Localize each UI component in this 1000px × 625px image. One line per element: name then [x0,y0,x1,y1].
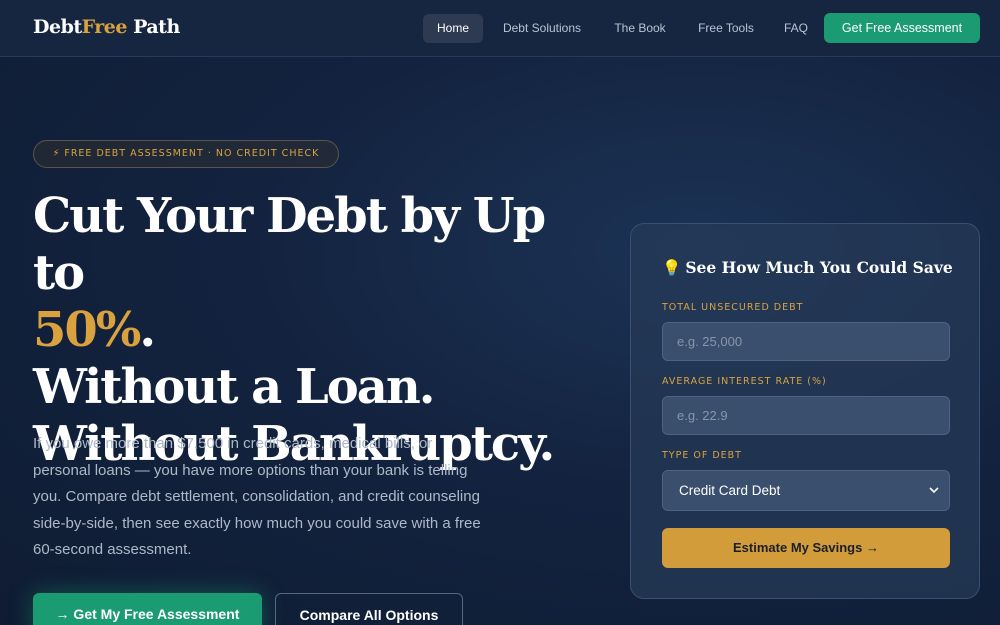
free-assessment-badge: ⚡ FREE DEBT ASSESSMENT · NO CREDIT CHECK [33,140,339,168]
calculator-title-text: See How Much You Could Save [685,258,953,277]
total-debt-input[interactable] [662,322,950,361]
headline-line-2: 50%. [33,302,593,359]
brand-part-3: Path [126,16,180,38]
hero-description: If you owe more than $7,500 in credit ca… [33,435,481,558]
get-free-assessment-button[interactable]: Get Free Assessment [824,13,980,43]
brand-part-1: Debt [33,16,82,38]
total-debt-label: TOTAL UNSECURED DEBT [662,302,804,313]
get-my-free-assessment-button[interactable]: → Get My Free Assessment [33,593,262,625]
debt-type-selected-value: Credit Card Debt [679,483,781,498]
nav-link-faq[interactable]: FAQ [776,14,816,43]
compare-all-options-button[interactable]: Compare All Options [275,593,463,625]
debt-type-label: TYPE OF DEBT [662,450,742,461]
headline-line-1: Cut Your Debt by Up to [33,188,546,301]
calculator-title: 💡 See How Much You Could Save [662,258,953,277]
interest-rate-input[interactable] [662,396,950,435]
headline-line-3: Without a Loan. [33,359,435,415]
nav-link-debt-solutions[interactable]: Debt Solutions [490,14,594,43]
nav-link-free-tools[interactable]: Free Tools [688,14,764,43]
brand-logo[interactable]: DebtFree Path [33,16,180,38]
lightbulb-icon: 💡 [662,258,682,277]
savings-calculator-card: 💡 See How Much You Could Save TOTAL UNSEC… [630,223,980,599]
headline-percent: 50% [33,302,141,358]
estimate-savings-button[interactable]: Estimate My Savings → [662,528,950,568]
top-nav: DebtFree Path Home Debt Solutions The Bo… [0,0,1000,57]
debt-type-select[interactable]: Credit Card Debt [662,470,950,511]
chevron-down-icon [929,471,939,527]
headline-period: . [139,302,156,358]
brand-part-2: Free [81,16,128,38]
interest-rate-label: AVERAGE INTEREST RATE (%) [662,376,827,387]
nav-link-the-book[interactable]: The Book [604,14,676,43]
nav-link-home[interactable]: Home [423,14,483,43]
